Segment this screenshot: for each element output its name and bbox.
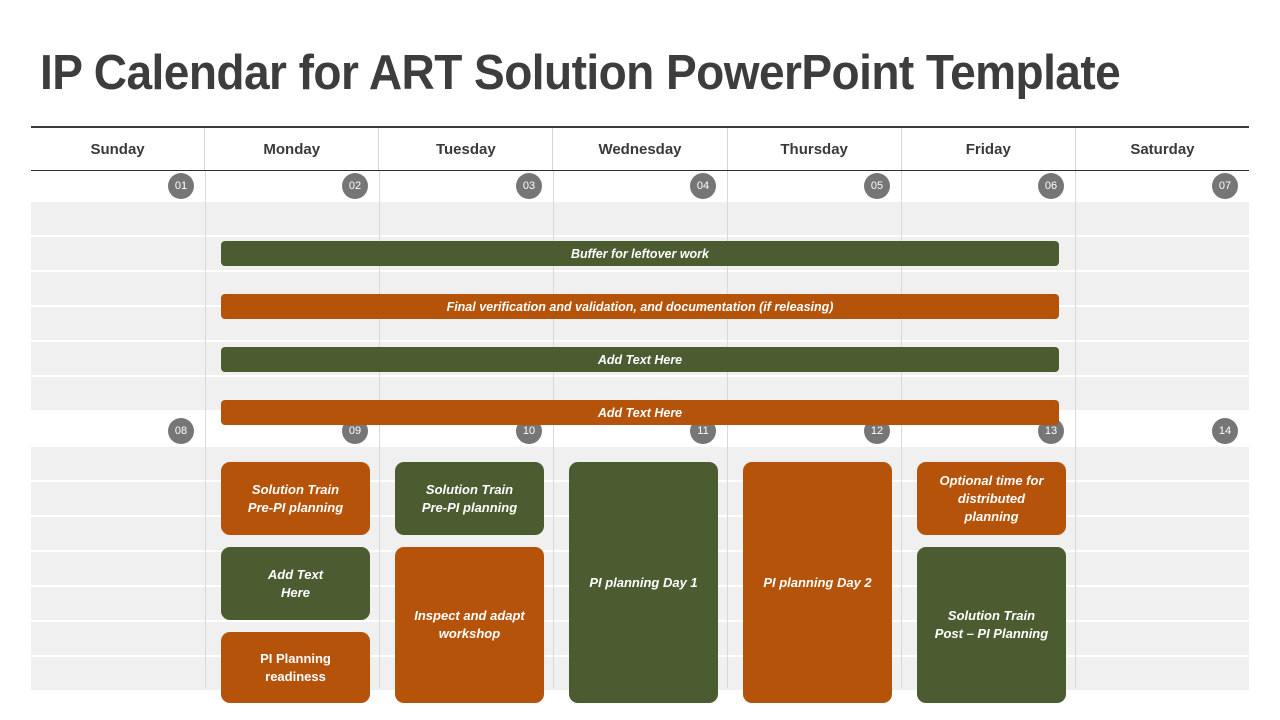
day-header-wednesday: Wednesday bbox=[553, 128, 728, 170]
date-badge-07: 07 bbox=[1212, 173, 1238, 199]
day-header-thursday: Thursday bbox=[728, 128, 902, 170]
date-cell-saturday: 07 bbox=[1075, 171, 1249, 202]
column-divider-1 bbox=[205, 171, 206, 688]
event-card-pi-planning-readiness-monday[interactable]: PI Planning readiness bbox=[221, 632, 370, 703]
day-header-monday: Monday bbox=[205, 128, 380, 170]
event-bar-buffer-for-leftover-work[interactable]: Buffer for leftover work bbox=[221, 241, 1059, 266]
row-stripe bbox=[31, 202, 1249, 237]
event-card-solution-train-pre-pi-planning-monday[interactable]: Solution Train Pre-PI planning bbox=[221, 462, 370, 535]
event-bar-add-text-here-orange[interactable]: Add Text Here bbox=[221, 400, 1059, 425]
date-cell-monday: 02 bbox=[205, 171, 379, 202]
date-cell-sunday: 08 bbox=[31, 416, 205, 447]
date-badge-06: 06 bbox=[1038, 173, 1064, 199]
day-header-saturday: Saturday bbox=[1130, 140, 1195, 158]
calendar-week-2: 08 09 10 11 12 13 14 Solution Train Pre-P… bbox=[31, 416, 1249, 703]
date-badge-04: 04 bbox=[690, 173, 716, 199]
date-cell-wednesday: 04 bbox=[553, 171, 727, 202]
calendar-week-1: 01 02 03 04 05 06 07 Buffer for leftover… bbox=[31, 171, 1249, 425]
date-cell-tuesday: 03 bbox=[379, 171, 553, 202]
event-card-pi-planning-day-1-wednesday[interactable]: PI planning Day 1 bbox=[569, 462, 718, 703]
date-badge-01: 01 bbox=[168, 173, 194, 199]
page-title: IP Calendar for ART Solution PowerPoint … bbox=[40, 46, 1121, 100]
date-cell-saturday: 14 bbox=[1075, 416, 1249, 447]
event-bar-add-text-here-green[interactable]: Add Text Here bbox=[221, 347, 1059, 372]
date-cell-friday: 06 bbox=[901, 171, 1075, 202]
event-bar-final-verification[interactable]: Final verification and validation, and d… bbox=[221, 294, 1059, 319]
date-badge-08: 08 bbox=[168, 418, 194, 444]
event-card-solution-train-pre-pi-planning-tuesday[interactable]: Solution Train Pre-PI planning bbox=[395, 462, 544, 535]
calendar-grid: Sunday Monday Tuesday Wednesday Thursday… bbox=[31, 126, 1249, 703]
slide-canvas: IP Calendar for ART Solution PowerPoint … bbox=[0, 0, 1280, 720]
week-1-date-row: 01 02 03 04 05 06 07 bbox=[31, 171, 1249, 202]
calendar-day-header-row: Sunday Monday Tuesday Wednesday Thursday… bbox=[31, 128, 1249, 171]
event-card-optional-time-distributed-planning-friday[interactable]: Optional time for distributed planning bbox=[917, 462, 1066, 535]
day-header-sunday: Sunday bbox=[31, 128, 206, 170]
date-badge-02: 02 bbox=[342, 173, 368, 199]
event-card-add-text-here-monday[interactable]: Add Text Here bbox=[221, 547, 370, 620]
date-badge-05: 05 bbox=[864, 173, 890, 199]
event-card-solution-train-post-pi-planning-friday[interactable]: Solution Train Post – PI Planning bbox=[917, 547, 1066, 703]
date-cell-sunday: 01 bbox=[31, 171, 205, 202]
event-card-pi-planning-day-2-thursday[interactable]: PI planning Day 2 bbox=[743, 462, 892, 703]
column-divider-6 bbox=[1075, 171, 1076, 688]
date-badge-03: 03 bbox=[516, 173, 542, 199]
date-badge-14: 14 bbox=[1212, 418, 1238, 444]
day-header-tuesday: Tuesday bbox=[379, 128, 554, 170]
day-header-friday: Friday bbox=[902, 128, 1076, 170]
date-cell-thursday: 05 bbox=[727, 171, 901, 202]
event-card-inspect-and-adapt-workshop-tuesday[interactable]: Inspect and adapt workshop bbox=[395, 547, 544, 703]
